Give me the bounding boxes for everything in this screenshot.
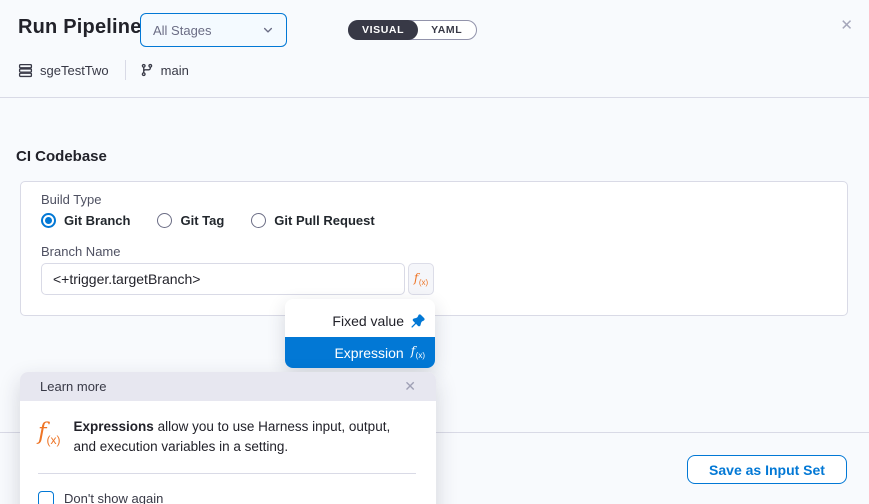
run-pipeline-dialog: Run Pipeline All Stages VISUAL YAML ✕ sg… bbox=[0, 0, 869, 504]
popover-header: Learn more ✕ bbox=[20, 372, 436, 401]
build-type-label: Build Type bbox=[41, 192, 101, 207]
pin-icon bbox=[411, 314, 425, 328]
branch-name-label: Branch Name bbox=[41, 244, 120, 259]
fx-icon: f(x) bbox=[38, 420, 61, 446]
popover-body: f(x) Expressions allow you to use Harnes… bbox=[20, 401, 436, 504]
close-icon[interactable]: ✕ bbox=[840, 16, 853, 36]
menu-item-fixed-value[interactable]: Fixed value bbox=[285, 305, 435, 337]
git-branch-icon bbox=[140, 63, 154, 77]
radio-unselected-icon bbox=[157, 213, 172, 228]
page-title: Run Pipeline bbox=[18, 16, 142, 39]
popover-title: Learn more bbox=[40, 379, 106, 394]
checkbox-label: Don't show again bbox=[64, 491, 163, 504]
section-title-ci-codebase: CI Codebase bbox=[16, 148, 107, 165]
toggle-yaml[interactable]: YAML bbox=[417, 21, 476, 39]
dont-show-again-checkbox[interactable] bbox=[38, 491, 54, 504]
radio-git-tag[interactable]: Git Tag bbox=[157, 213, 224, 228]
menu-item-label: Fixed value bbox=[332, 313, 404, 329]
radio-label: Git Pull Request bbox=[274, 213, 374, 228]
radio-selected-icon bbox=[41, 213, 56, 228]
save-as-input-set-button[interactable]: Save as Input Set bbox=[687, 455, 847, 484]
dialog-header: Run Pipeline All Stages VISUAL YAML ✕ sg… bbox=[0, 0, 869, 98]
fx-icon: f(x) bbox=[414, 272, 428, 287]
branch-name-input[interactable] bbox=[41, 263, 405, 295]
expression-fx-button[interactable]: f(x) bbox=[408, 263, 434, 295]
branch-name: main bbox=[161, 63, 189, 78]
radio-git-branch[interactable]: Git Branch bbox=[41, 213, 130, 228]
radio-git-pull-request[interactable]: Git Pull Request bbox=[251, 213, 374, 228]
close-icon[interactable]: ✕ bbox=[404, 378, 416, 395]
divider bbox=[38, 473, 416, 474]
stage-selector-dropdown[interactable]: All Stages bbox=[140, 13, 287, 47]
learn-more-popover: Learn more ✕ f(x) Expressions allow you … bbox=[20, 372, 436, 504]
ci-codebase-card: Build Type Git Branch Git Tag Git Pull R… bbox=[20, 181, 848, 316]
menu-item-label: Expression bbox=[334, 345, 403, 361]
divider bbox=[125, 60, 126, 80]
radio-label: Git Branch bbox=[64, 213, 130, 228]
chevron-down-icon bbox=[262, 24, 274, 36]
menu-item-expression[interactable]: Expression f(x) bbox=[285, 337, 435, 368]
toggle-visual[interactable]: VISUAL bbox=[348, 20, 418, 40]
visual-yaml-toggle: VISUAL YAML bbox=[348, 20, 477, 40]
dont-show-again-row[interactable]: Don't show again bbox=[38, 491, 416, 504]
build-type-radio-group: Git Branch Git Tag Git Pull Request bbox=[41, 213, 375, 228]
stage-selector-value: All Stages bbox=[153, 23, 212, 38]
radio-label: Git Tag bbox=[180, 213, 224, 228]
pipeline-context-row: sgeTestTwo main bbox=[18, 60, 189, 80]
radio-unselected-icon bbox=[251, 213, 266, 228]
popover-description: Expressions allow you to use Harness inp… bbox=[74, 417, 412, 458]
repository-icon bbox=[18, 63, 33, 78]
branch-name-input-row: f(x) bbox=[41, 263, 434, 295]
value-type-menu: Fixed value Expression f(x) bbox=[285, 299, 435, 368]
fx-icon: f(x) bbox=[411, 345, 425, 360]
repo-name: sgeTestTwo bbox=[40, 63, 109, 78]
